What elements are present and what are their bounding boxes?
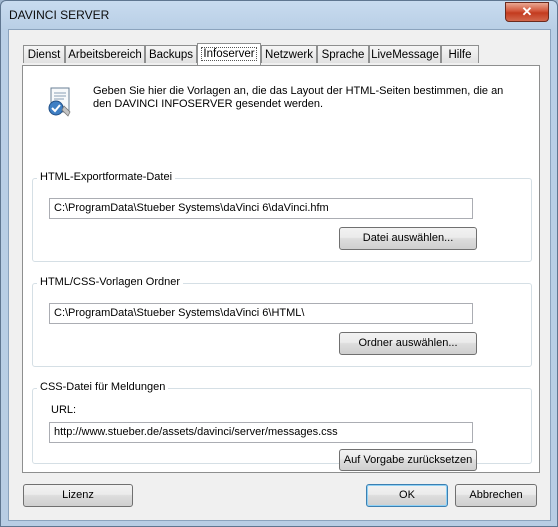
url-label: URL: [51,404,77,416]
license-button[interactable]: Lizenz [23,484,133,507]
select-folder-button[interactable]: Ordner auswählen... [339,332,477,355]
group-label-templates: HTML/CSS-Vorlagen Ordner [37,276,183,288]
document-check-icon [48,87,71,117]
window-title: DAVINCI SERVER [9,8,110,22]
tab-sprache[interactable]: Sprache [317,45,369,63]
tab-hilfe[interactable]: Hilfe [441,45,479,63]
css-url-field[interactable]: http://www.stueber.de/assets/davinci/ser… [49,422,473,443]
tab-dienst[interactable]: Dienst [23,45,65,63]
dialog-client-area: Dienst Arbeitsbereich Backups Infoserver… [8,29,551,521]
close-icon: ✕ [521,4,533,19]
template-folder-group: HTML/CSS-Vorlagen Ordner C:\ProgramData\… [32,276,532,367]
export-file-path-field[interactable]: C:\ProgramData\Stueber Systems\daVinci 6… [49,198,473,219]
group-label-export: HTML-Exportformate-Datei [37,171,176,183]
select-file-button[interactable]: Datei auswählen... [339,227,477,250]
css-file-group: CSS-Datei für Meldungen URL: http://www.… [32,381,532,471]
ok-button[interactable]: OK [366,484,448,507]
template-folder-path-field[interactable]: C:\ProgramData\Stueber Systems\daVinci 6… [49,303,473,324]
tab-backups[interactable]: Backups [145,45,197,63]
title-bar[interactable]: DAVINCI SERVER ✕ [1,1,557,29]
close-button[interactable]: ✕ [505,2,549,22]
tab-netzwerk[interactable]: Netzwerk [261,45,317,63]
tab-livemessage[interactable]: LiveMessage [369,45,441,63]
intro-text: Geben Sie hier die Vorlagen an, die das … [93,85,504,110]
main-window: DAVINCI SERVER ✕ Dienst Arbeitsbereich B… [0,0,558,527]
group-label-css: CSS-Datei für Meldungen [37,381,169,393]
cancel-button[interactable]: Abbrechen [455,484,537,507]
export-format-group: HTML-Exportformate-Datei C:\ProgramData\… [32,171,532,262]
tab-arbeitsbereich[interactable]: Arbeitsbereich [65,45,145,63]
reset-default-button[interactable]: Auf Vorgabe zurücksetzen [339,449,477,471]
infoserver-panel: Geben Sie hier die Vorlagen an, die das … [22,65,540,473]
tab-infoserver[interactable]: Infoserver [197,43,261,65]
